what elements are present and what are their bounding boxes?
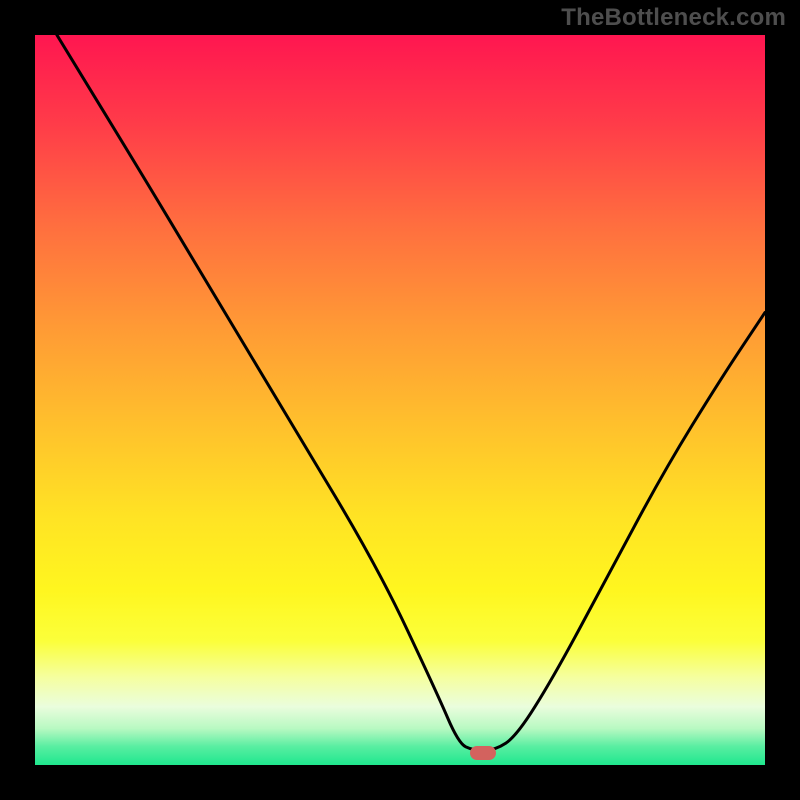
chart-frame: TheBottleneck.com: [0, 0, 800, 800]
optimal-point-marker: [470, 746, 496, 760]
bottleneck-curve: [35, 35, 765, 765]
plot-area: [35, 35, 765, 765]
watermark-text: TheBottleneck.com: [561, 4, 786, 32]
